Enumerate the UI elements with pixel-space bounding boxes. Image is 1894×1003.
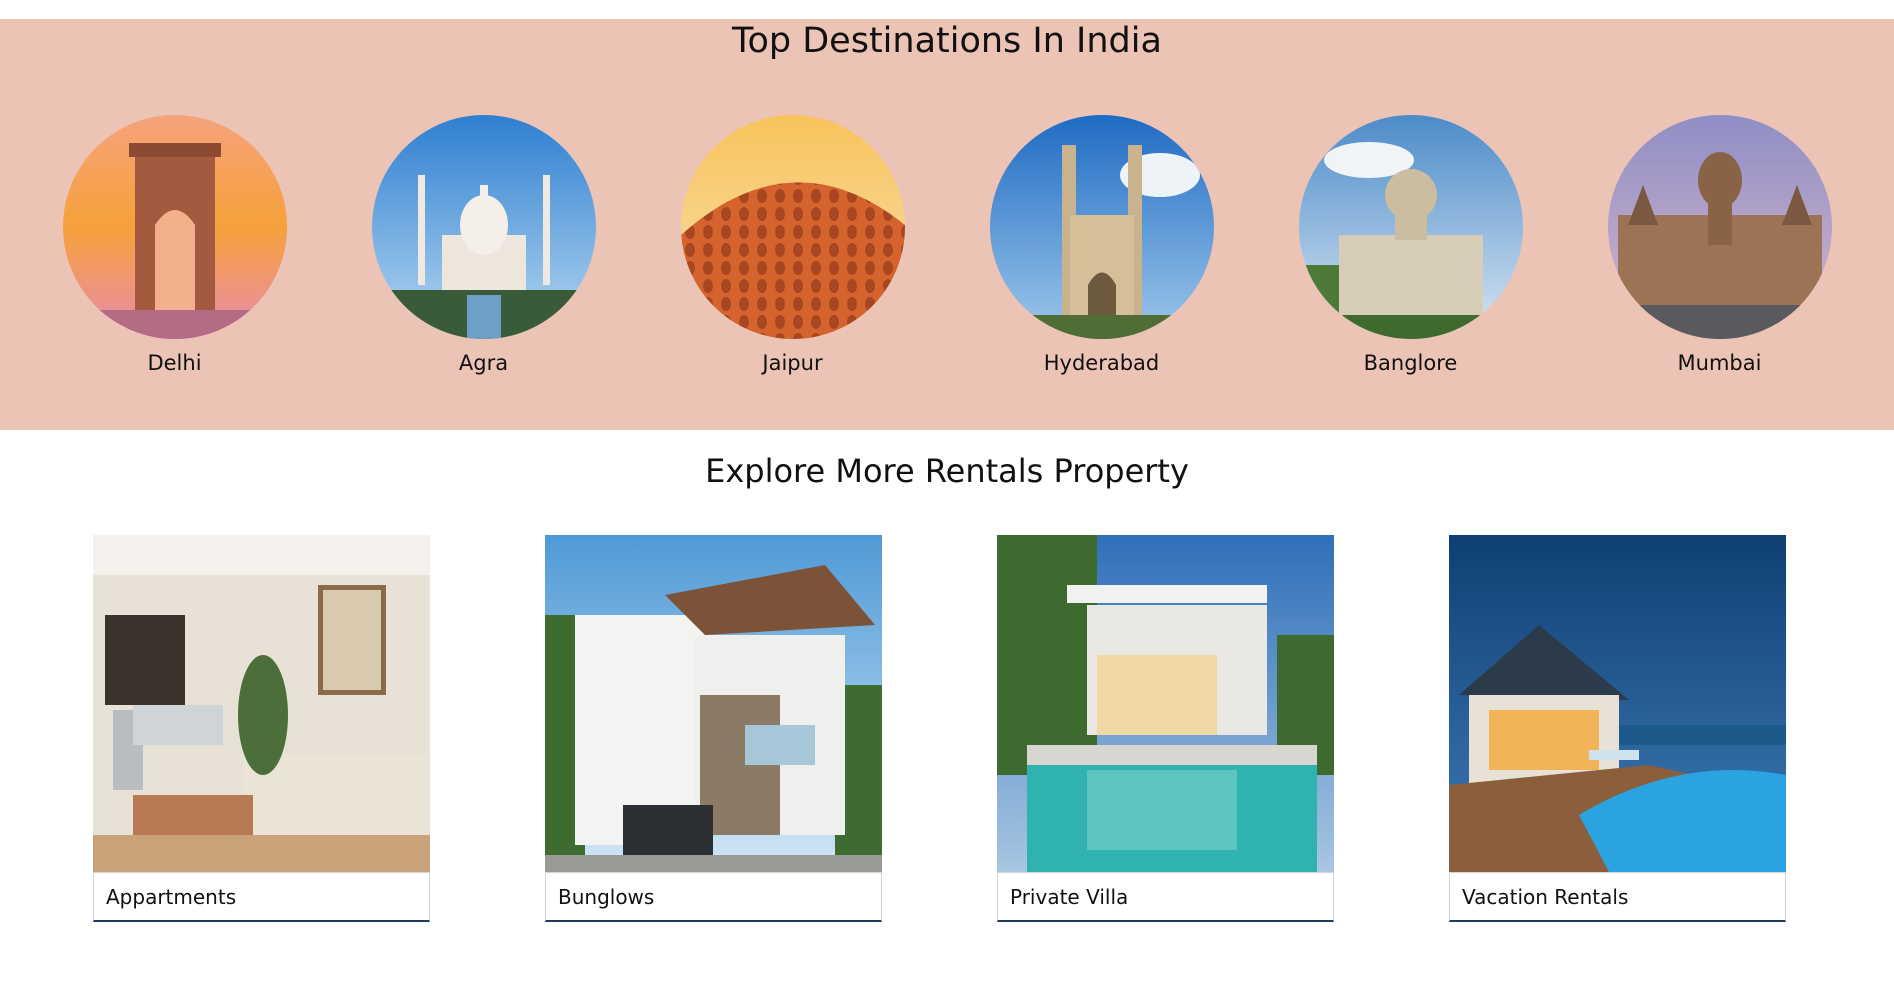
charminar-image[interactable] — [989, 115, 1214, 339]
destination-mumbai[interactable]: Mumbai — [1607, 115, 1833, 375]
rentals-title: Explore More Rentals Property — [705, 452, 1189, 490]
vidhana-soudha-image[interactable] — [1298, 115, 1523, 339]
destination-hyderabad[interactable]: Hyderabad — [989, 115, 1215, 375]
destinations-title: Top Destinations In India — [732, 21, 1162, 61]
rental-label: Private Villa — [997, 872, 1334, 922]
rental-label: Vacation Rentals — [1449, 872, 1786, 922]
rental-card-vacation-rentals[interactable]: Vacation Rentals — [1449, 535, 1786, 922]
rental-card-appartments[interactable]: Appartments — [93, 535, 430, 922]
destination-label: Banglore — [1363, 351, 1458, 375]
villa-pool-image[interactable] — [997, 535, 1334, 872]
cst-station-image[interactable] — [1607, 115, 1832, 339]
destination-banglore[interactable]: Banglore — [1298, 115, 1524, 375]
hawa-mahal-image[interactable] — [680, 115, 905, 339]
taj-mahal-image[interactable] — [371, 115, 596, 339]
rental-card-bunglows[interactable]: Bunglows — [545, 535, 882, 922]
rental-card-private-villa[interactable]: Private Villa — [997, 535, 1334, 922]
apartment-interior-image[interactable] — [93, 535, 430, 872]
resort-pool-image[interactable] — [1449, 535, 1786, 872]
rental-label: Bunglows — [545, 872, 882, 922]
top-destinations-section: Top Destinations In India Delhi Agra Jai… — [0, 19, 1894, 430]
rentals-row: Appartments Bunglows Private Villa Vacat… — [93, 535, 1894, 922]
destination-label: Hyderabad — [1043, 351, 1160, 375]
destination-jaipur[interactable]: Jaipur — [680, 115, 906, 375]
destination-agra[interactable]: Agra — [371, 115, 597, 375]
destinations-row: Delhi Agra Jaipur Hyderabad Banglore Mum… — [0, 115, 1894, 375]
india-gate-image[interactable] — [62, 115, 287, 339]
destination-label: Delhi — [147, 351, 202, 375]
destination-delhi[interactable]: Delhi — [62, 115, 288, 375]
destination-label: Mumbai — [1677, 351, 1762, 375]
rental-label: Appartments — [93, 872, 430, 922]
top-strip — [0, 0, 1894, 19]
destination-label: Agra — [458, 351, 509, 375]
bungalow-exterior-image[interactable] — [545, 535, 882, 872]
destination-label: Jaipur — [762, 351, 823, 375]
